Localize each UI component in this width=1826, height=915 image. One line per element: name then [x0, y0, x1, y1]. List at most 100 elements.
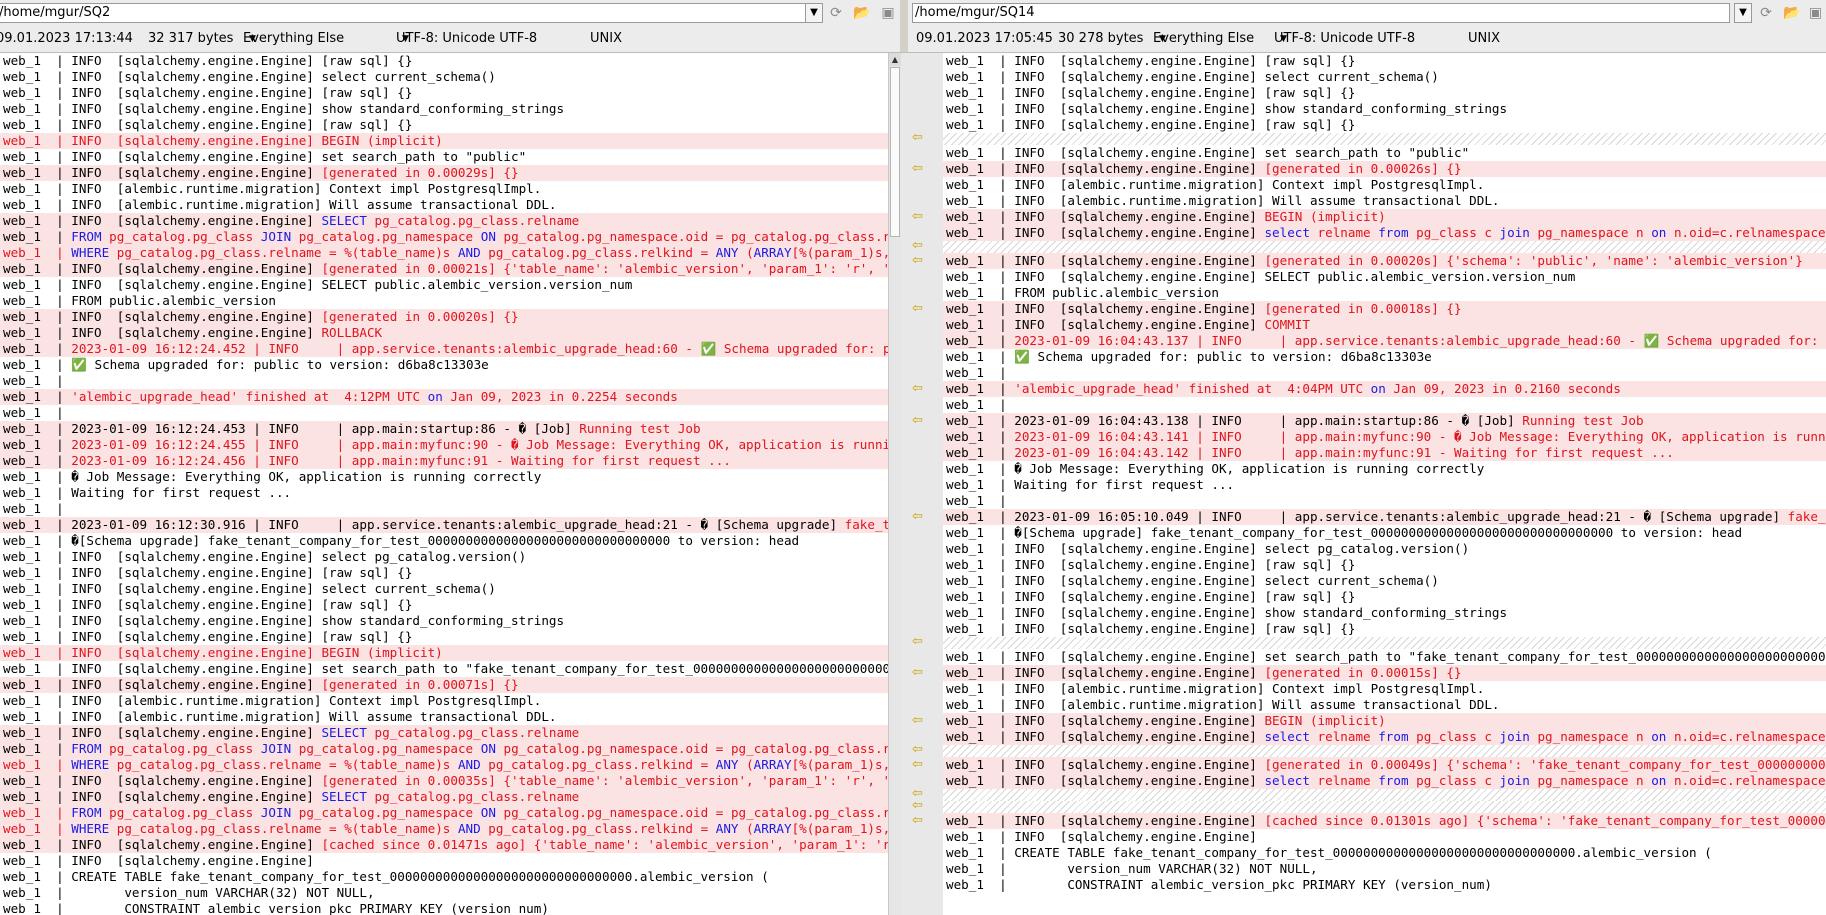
text-line: web_1 | INFO [sqlalchemy.engine.Engine]	[3, 853, 314, 868]
text-line: web_1 | 'alembic_upgrade_head' finished …	[943, 381, 1826, 397]
copy-to-left-icon[interactable]: ⇦	[912, 162, 923, 176]
copy-to-left-icon[interactable]: ⇦	[912, 799, 923, 813]
text-line: web_1 | INFO [sqlalchemy.engine.Engine] …	[946, 649, 1826, 664]
text-line: web_1 | INFO [sqlalchemy.engine.Engine] …	[943, 757, 1826, 773]
text-line: web_1 | INFO [sqlalchemy.engine.Engine] …	[943, 301, 1826, 317]
sync-icon[interactable]: ⟳	[1754, 3, 1778, 23]
text-line: web_1 | INFO [sqlalchemy.engine.Engine] …	[3, 101, 565, 116]
missing-lines-placeholder	[943, 637, 1826, 649]
text-line: web_1 | INFO [sqlalchemy.engine.Engine] …	[3, 581, 496, 596]
text-line: web_1 |	[946, 397, 1007, 412]
left-path-field[interactable]: /home/mgur/SQ2	[0, 3, 807, 23]
chevron-down-icon: ▼	[1159, 34, 1166, 44]
text-line: web_1 | 2023-01-09 16:04:43.137 | INFO |…	[943, 333, 1826, 349]
copy-to-left-icon[interactable]: ⇦	[912, 131, 923, 145]
text-line: web_1 | INFO [alembic.runtime.migration]…	[946, 681, 1485, 696]
text-line: web_1 |	[946, 365, 1007, 380]
text-line: web_1 | INFO [sqlalchemy.engine.Engine] …	[3, 661, 888, 676]
copy-to-left-icon[interactable]: ⇦	[912, 510, 923, 524]
text-line: web_1 |	[3, 501, 64, 516]
copy-to-left-icon[interactable]: ⇦	[912, 814, 923, 828]
scrollbar-thumb[interactable]	[890, 67, 900, 237]
text-line: web_1 | INFO [sqlalchemy.engine.Engine] …	[943, 713, 1826, 729]
open-folder-icon[interactable]: 📂	[1780, 3, 1804, 23]
text-line: web_1 | INFO [sqlalchemy.engine.Engine] …	[0, 133, 888, 149]
text-line: web_1 | INFO [sqlalchemy.engine.Engine] …	[946, 85, 1356, 100]
diff-gutter: ⇦ ⇦ ⇦ ⇦ ⇦ ⇦ ⇦ ⇦ ⇦ ⇦ ⇦ ⇦ ⇦ ⇦ ⇦ ⇦ ⇦	[901, 53, 943, 915]
text-line: web_1 |	[3, 405, 64, 420]
text-line: web_1 | FROM public.alembic_version	[946, 285, 1219, 300]
text-line: web_1 | INFO [sqlalchemy.engine.Engine] …	[943, 225, 1826, 241]
copy-to-left-icon[interactable]: ⇦	[912, 239, 923, 253]
text-line: web_1 | INFO [sqlalchemy.engine.Engine] …	[3, 597, 413, 612]
text-line: web_1 | INFO [sqlalchemy.engine.Engine] …	[943, 161, 1826, 177]
text-line: web_1 | 2023-01-09 16:12:24.456 | INFO |…	[0, 453, 888, 469]
text-line: web_1 | INFO [alembic.runtime.migration]…	[946, 697, 1500, 712]
text-line: web_1 | � Job Message: Everything OK, ap…	[946, 461, 1485, 476]
text-line: web_1 | 2023-01-09 16:12:24.455 | INFO |…	[0, 437, 888, 453]
text-line: web_1 | INFO [sqlalchemy.engine.Engine] …	[3, 277, 633, 292]
text-line: web_1 | INFO [sqlalchemy.engine.Engine] …	[3, 117, 413, 132]
text-line: web_1 | INFO [sqlalchemy.engine.Engine] …	[3, 565, 413, 580]
text-line: web_1 | INFO [sqlalchemy.engine.Engine] …	[943, 209, 1826, 225]
text-line: web_1 | INFO [sqlalchemy.engine.Engine] …	[946, 589, 1356, 604]
copy-to-left-icon[interactable]: ⇦	[912, 743, 923, 757]
right-pane-header: /home/mgur/SQ14 ▼ ⟳ 📂 ▣ 09.01.2023 17:05…	[908, 0, 1826, 52]
text-line: web_1 | version_num VARCHAR(32) NOT NULL…	[3, 885, 375, 900]
text-line: web_1 | INFO [sqlalchemy.engine.Engine] …	[946, 53, 1356, 68]
sync-icon[interactable]: ⟳	[824, 3, 848, 23]
text-line: web_1 | FROM public.alembic_version	[3, 293, 276, 308]
text-line: web_1 | INFO [sqlalchemy.engine.Engine] …	[943, 665, 1826, 681]
copy-to-left-icon[interactable]: ⇦	[912, 758, 923, 772]
text-line: web_1 | �[Schema upgrade] fake_tenant_co…	[3, 533, 800, 548]
left-file-date: 09.01.2023 17:13:44	[0, 31, 133, 46]
right-path-dropdown[interactable]: ▼	[1734, 3, 1752, 23]
text-line: web_1 | FROM pg_catalog.pg_class JOIN pg…	[0, 805, 888, 821]
text-line: web_1 | INFO [sqlalchemy.engine.Engine] …	[0, 309, 888, 325]
text-line: web_1 | WHERE pg_catalog.pg_class.relnam…	[0, 245, 888, 261]
left-file-info: 09.01.2023 17:13:44 32 317 bytes Everyth…	[0, 29, 900, 49]
text-line: web_1 | INFO [sqlalchemy.engine.Engine] …	[0, 725, 888, 741]
text-line: web_1 | INFO [sqlalchemy.engine.Engine] …	[3, 629, 413, 644]
text-line: web_1 | INFO [sqlalchemy.engine.Engine]	[946, 829, 1257, 844]
left-vertical-scrollbar[interactable]: ▲	[888, 53, 901, 915]
copy-to-left-icon[interactable]: ⇦	[912, 382, 923, 396]
copy-to-left-icon[interactable]: ⇦	[912, 635, 923, 649]
save-icon[interactable]: ▣	[876, 3, 900, 23]
left-eol: UNIX	[590, 31, 622, 46]
text-line: web_1 | INFO [sqlalchemy.engine.Engine] …	[3, 613, 565, 628]
copy-to-left-icon[interactable]: ⇦	[912, 666, 923, 680]
missing-lines-placeholder	[943, 745, 1826, 757]
text-line: web_1 | INFO [sqlalchemy.engine.Engine] …	[3, 53, 413, 68]
text-line: web_1 | �[Schema upgrade] fake_tenant_co…	[946, 525, 1743, 540]
text-line: web_1 | INFO [sqlalchemy.engine.Engine] …	[0, 677, 888, 693]
text-line: web_1 | FROM pg_catalog.pg_class JOIN pg…	[0, 741, 888, 757]
right-text-view[interactable]: web_1 | INFO [sqlalchemy.engine.Engine] …	[943, 53, 1826, 915]
text-line: web_1 | 2023-01-09 16:04:43.141 | INFO |…	[943, 429, 1826, 445]
copy-to-left-icon[interactable]: ⇦	[912, 714, 923, 728]
text-line: web_1 | INFO [sqlalchemy.engine.Engine] …	[3, 69, 496, 84]
text-line: web_1 | 2023-01-09 16:12:30.916 | INFO |…	[0, 517, 888, 533]
text-line: web_1 | INFO [sqlalchemy.engine.Engine] …	[946, 145, 1470, 160]
scroll-up-icon[interactable]: ▲	[889, 53, 901, 66]
left-pane-header: /home/mgur/SQ2 ▼ ⟳ 📂 ▣ 09.01.2023 17:13:…	[0, 0, 900, 52]
copy-to-left-icon[interactable]: ⇦	[912, 302, 923, 316]
text-line: web_1 | INFO [sqlalchemy.engine.Engine] …	[943, 317, 1826, 333]
copy-to-left-icon[interactable]: ⇦	[912, 414, 923, 428]
left-text-view[interactable]: web_1 | INFO [sqlalchemy.engine.Engine] …	[0, 53, 888, 915]
open-folder-icon[interactable]: 📂	[850, 3, 874, 23]
text-line: web_1 | WHERE pg_catalog.pg_class.relnam…	[0, 757, 888, 773]
text-line: web_1 | INFO [sqlalchemy.engine.Engine] …	[3, 549, 527, 564]
save-icon[interactable]: ▣	[1805, 3, 1826, 23]
text-line: web_1 | 2023-01-09 16:05:10.049 | INFO |…	[943, 509, 1826, 525]
text-line: web_1 | CONSTRAINT alembic_version_pkc P…	[3, 901, 549, 915]
copy-to-left-icon[interactable]: ⇦	[912, 254, 923, 268]
copy-to-left-icon[interactable]: ⇦	[912, 210, 923, 224]
text-line: web_1 | 2023-01-09 16:12:24.452 | INFO |…	[0, 341, 888, 357]
text-line: web_1 | INFO [sqlalchemy.engine.Engine] …	[946, 557, 1356, 572]
text-line: web_1 | INFO [sqlalchemy.engine.Engine] …	[0, 837, 888, 853]
text-line: web_1 | INFO [sqlalchemy.engine.Engine] …	[946, 605, 1508, 620]
right-path-field[interactable]: /home/mgur/SQ14	[912, 3, 1730, 23]
text-line: web_1 | INFO [sqlalchemy.engine.Engine] …	[0, 165, 888, 181]
left-path-dropdown[interactable]: ▼	[805, 3, 823, 23]
